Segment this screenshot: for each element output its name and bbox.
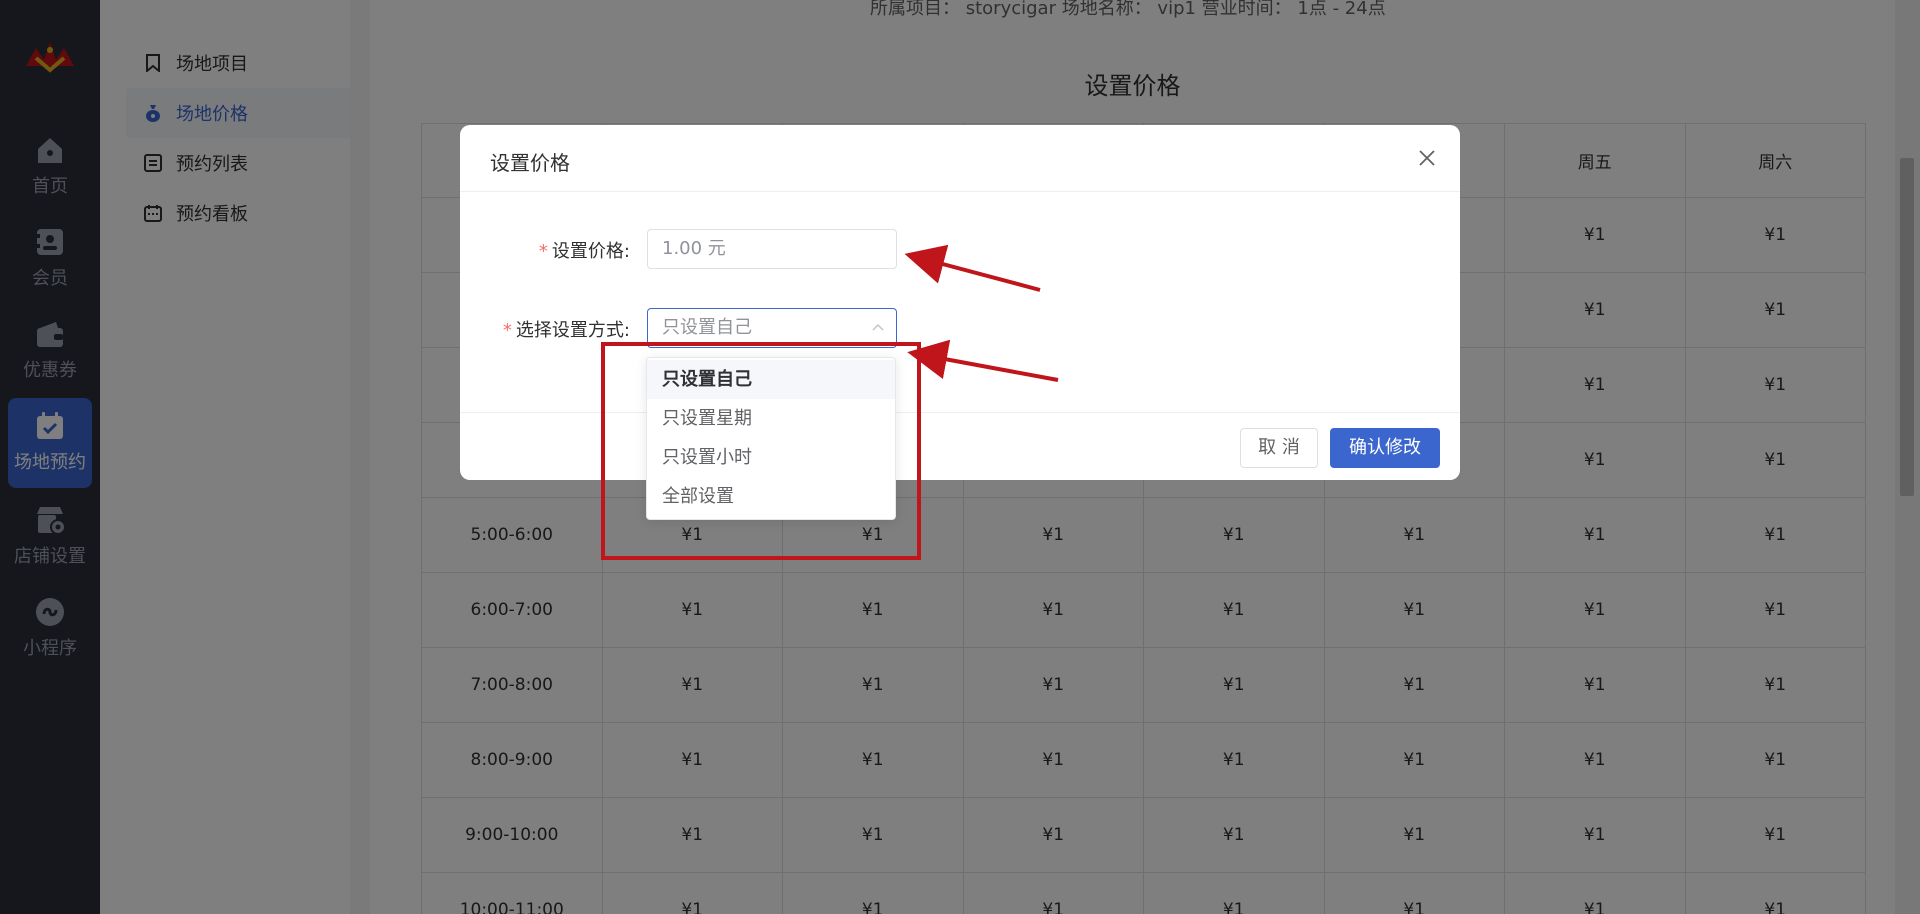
dialog-header: 设置价格	[460, 125, 1460, 192]
dialog-footer-divider	[460, 412, 1460, 413]
required-asterisk: *	[502, 320, 512, 341]
set-price-dialog: 设置价格 * 设置价格: 1.00 元 * 选择设置方式: 只设置自己 取 消 确认…	[460, 125, 1460, 480]
mode-form-row: * 选择设置方式: 只设置自己	[460, 308, 1460, 348]
dropdown-option[interactable]: 只设置星期	[647, 399, 895, 438]
mode-dropdown: 只设置自己 只设置星期 只设置小时 全部设置	[646, 357, 896, 520]
price-input[interactable]: 1.00 元	[647, 229, 897, 269]
dropdown-option[interactable]: 只设置自己	[647, 360, 895, 399]
close-icon[interactable]	[1416, 147, 1438, 169]
dropdown-option[interactable]: 全部设置	[647, 477, 895, 516]
price-label-text: 设置价格:	[551, 241, 630, 262]
mode-label-text: 选择设置方式:	[515, 320, 630, 341]
chevron-up-icon	[872, 323, 884, 331]
dropdown-option[interactable]: 只设置小时	[647, 438, 895, 477]
required-asterisk: *	[538, 241, 548, 262]
cancel-button[interactable]: 取 消	[1240, 428, 1318, 468]
price-form-row: * 设置价格: 1.00 元	[460, 229, 1460, 269]
mode-select[interactable]: 只设置自己	[647, 308, 897, 348]
mode-label: * 选择设置方式:	[503, 316, 630, 342]
confirm-button[interactable]: 确认修改	[1330, 428, 1440, 468]
dialog-title: 设置价格	[490, 151, 570, 175]
price-label: * 设置价格:	[539, 237, 630, 263]
mode-select-value: 只设置自己	[662, 317, 752, 338]
